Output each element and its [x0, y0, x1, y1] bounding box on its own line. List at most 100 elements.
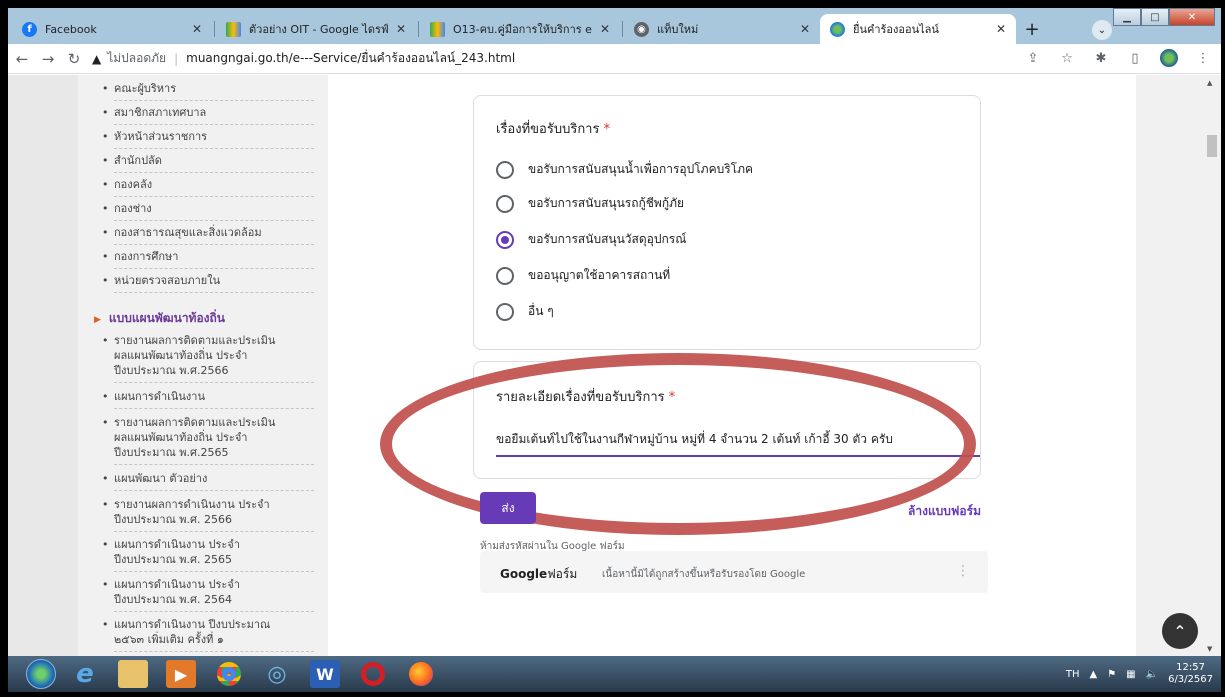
- browser-window: f Facebook ✕ ตัวอย่าง OIT - Google ไดรฟ์…: [8, 8, 1221, 656]
- sidebar-item-line: รายงานผลการติดตามและประเมิน: [114, 416, 276, 429]
- radio-button[interactable]: [496, 194, 514, 213]
- tab-google-drive-oit[interactable]: ตัวอย่าง OIT - Google ไดรฟ์ ✕: [216, 14, 416, 44]
- sidebar-item[interactable]: กองช่าง: [102, 201, 314, 221]
- submit-button[interactable]: ส่ง: [480, 492, 536, 524]
- radio-button[interactable]: [496, 302, 514, 321]
- profile-avatar[interactable]: [1159, 48, 1179, 68]
- tab-search-chevron-icon[interactable]: ⌄: [1092, 20, 1112, 40]
- sidebar-item[interactable]: แผนพัฒนา ตัวอย่าง: [102, 471, 314, 491]
- scrollbar-thumb[interactable]: [1207, 135, 1217, 157]
- sidebar-item[interactable]: กองการศึกษา: [102, 249, 314, 269]
- sidebar-item[interactable]: สมาชิกสภาเทศบาล: [102, 105, 314, 125]
- minimize-button[interactable]: ▁: [1113, 8, 1141, 26]
- close-icon[interactable]: ✕: [600, 22, 610, 36]
- sidebar-item[interactable]: แผนการดำเนินงาน ประจำ ปีงบประมาณ พ.ศ. 25…: [102, 537, 314, 572]
- sidebar-item[interactable]: รายงานผลการติดตามและประเมิน ผลแผนพัฒนาท้…: [102, 415, 314, 465]
- radio-option[interactable]: ขอรับการสนับสนุนน้ำเพื่อการอุปโภคบริโภค: [496, 160, 753, 179]
- sidebar-item[interactable]: แผนการดำเนินงาน ประจำ ปีงบประมาณ พ.ศ. 25…: [102, 577, 314, 612]
- option-label: ขอรับการสนับสนุนน้ำเพื่อการอุปโภคบริโภค: [528, 162, 754, 176]
- sidebar-item-line: แผนพัฒนา ตัวอย่าง: [114, 472, 208, 485]
- word-icon[interactable]: W: [310, 660, 340, 688]
- google-forms-logo[interactable]: Googleฟอร์ม: [500, 565, 577, 584]
- share-icon[interactable]: ⇪: [1023, 48, 1043, 68]
- sidebar-section-title[interactable]: แบบแผนพัฒนาท้องถิ่น: [94, 309, 225, 328]
- sidebar-item[interactable]: รายงานผลการดำเนินงาน ประจำ ปีงบประมาณ พ.…: [102, 497, 314, 532]
- extensions-icon[interactable]: ✱: [1091, 48, 1111, 68]
- maximize-button[interactable]: □: [1141, 8, 1169, 26]
- close-icon[interactable]: ✕: [996, 22, 1006, 36]
- side-panel-icon[interactable]: ▯: [1125, 48, 1145, 68]
- radio-option-selected[interactable]: ขอรับการสนับสนุนวัสดุอุปกรณ์: [496, 230, 686, 249]
- sidebar-item[interactable]: หน่วยตรวจสอบภายใน: [102, 273, 314, 293]
- sidebar-item[interactable]: กองสาธารณสุขและสิ่งแวดล้อม: [102, 225, 314, 245]
- start-button[interactable]: [26, 659, 56, 689]
- address-bar[interactable]: ▲ ไม่ปลอดภัย | muangngai.go.th/e---Servi…: [92, 46, 1092, 72]
- reload-icon[interactable]: ↻: [62, 47, 86, 71]
- close-icon[interactable]: ✕: [396, 22, 406, 36]
- sidebar-item-line: รายงานผลการดำเนินงาน ประจำ: [114, 498, 270, 511]
- browser-swirl-icon[interactable]: ◎: [262, 660, 292, 688]
- sidebar-item[interactable]: หัวหน้าส่วนราชการ: [102, 129, 314, 149]
- clear-form-button[interactable]: ล้างแบบฟอร์ม: [908, 502, 981, 521]
- action-center-flag-icon[interactable]: ⚑: [1107, 669, 1116, 680]
- radio-button[interactable]: [496, 160, 514, 179]
- url-separator: |: [174, 51, 179, 66]
- screen: f Facebook ✕ ตัวอย่าง OIT - Google ไดรฟ์…: [0, 0, 1225, 697]
- opera-icon[interactable]: [358, 660, 388, 688]
- sidebar-item[interactable]: รายงานผลการติดตามและประเมิน ผลแผนพัฒนาท้…: [102, 333, 314, 383]
- radio-button-checked[interactable]: [496, 230, 514, 249]
- option-label: ขอรับการสนับสนุนรถกู้ชีพกู้ภัย: [528, 196, 685, 210]
- radio-option[interactable]: ขออนุญาตใช้อาคารสถานที่: [496, 266, 670, 285]
- volume-icon[interactable]: 🔈: [1146, 669, 1158, 680]
- scrollbar[interactable]: ▲ ▼: [1203, 75, 1221, 656]
- new-tab-button[interactable]: +: [1020, 17, 1044, 41]
- google-drive-icon: [226, 21, 241, 37]
- tab-facebook[interactable]: f Facebook ✕: [12, 14, 212, 44]
- scroll-down-arrow-icon[interactable]: ▼: [1207, 645, 1212, 653]
- radio-option[interactable]: อื่น ๆ: [496, 302, 554, 321]
- network-icon[interactable]: ▦: [1126, 669, 1135, 680]
- sidebar-item[interactable]: สำนักปลัด: [102, 153, 314, 173]
- close-icon[interactable]: ✕: [192, 22, 202, 36]
- google-drive-icon: [430, 21, 445, 37]
- sidebar-item-line: แผนการดำเนินงาน: [114, 390, 205, 403]
- sidebar-item[interactable]: คณะผู้บริหาร: [102, 81, 314, 101]
- scroll-to-top-button[interactable]: ⌃: [1162, 613, 1198, 649]
- sidebar-item[interactable]: แผนการดำเนินงาน: [102, 389, 314, 409]
- system-tray: TH ▲ ⚑ ▦ 🔈 12:57 6/3/2567: [1066, 656, 1213, 692]
- firefox-icon[interactable]: [406, 660, 436, 688]
- right-gutter: [1136, 75, 1203, 656]
- more-options-icon[interactable]: ⋮: [956, 563, 970, 579]
- clock-time: 12:57: [1176, 662, 1205, 673]
- tab-new-tab[interactable]: ◉ แท็บใหม่ ✕: [624, 14, 820, 44]
- tab-online-request[interactable]: ยื่นคำร้องออนไลน์ ✕: [820, 14, 1016, 44]
- sidebar-item-line: แผนการดำเนินงาน ปีงบประมาณ: [114, 618, 271, 631]
- scroll-up-arrow-icon[interactable]: ▲: [1207, 79, 1212, 87]
- site-icon: [830, 21, 845, 37]
- chrome-taskbar-icon[interactable]: [214, 660, 244, 688]
- clock-date: 6/3/2567: [1168, 674, 1213, 685]
- media-player-icon[interactable]: ▶: [166, 660, 196, 688]
- close-window-button[interactable]: ✕: [1169, 8, 1215, 26]
- radio-button[interactable]: [496, 266, 514, 285]
- menu-kebab-icon[interactable]: ⋮: [1193, 48, 1213, 68]
- sidebar-item-line: ปีงบประมาณ พ.ศ.2565: [114, 446, 229, 459]
- back-arrow-icon[interactable]: ←: [10, 47, 34, 71]
- tab-title: O13-คบ.คู่มือการให้บริการ e-servi: [453, 23, 592, 36]
- internet-explorer-icon[interactable]: e: [70, 659, 100, 689]
- clock[interactable]: 12:57 6/3/2567: [1168, 662, 1213, 686]
- chrome-icon: ◉: [634, 21, 649, 37]
- radio-option[interactable]: ขอรับการสนับสนุนรถกู้ชีพกู้ภัย: [496, 194, 684, 213]
- file-explorer-icon[interactable]: [118, 660, 148, 688]
- star-icon[interactable]: ☆: [1057, 48, 1077, 68]
- sidebar-item-line: ๒๕๖๓ เพิ่มเติม ครั้งที่ ๑: [114, 633, 224, 646]
- sidebar-item[interactable]: แผนการดำเนินงาน ปีงบประมาณ ๒๕๖๓ เพิ่มเติ…: [102, 617, 314, 652]
- sidebar-item[interactable]: กองคลัง: [102, 177, 314, 197]
- close-icon[interactable]: ✕: [800, 22, 810, 36]
- tray-expand-icon[interactable]: ▲: [1090, 669, 1098, 680]
- sidebar-item-line: ปีงบประมาณ พ.ศ. 2564: [114, 593, 232, 606]
- insecure-label: ไม่ปลอดภัย: [107, 51, 167, 65]
- language-indicator[interactable]: TH: [1066, 669, 1080, 680]
- tab-google-drive-manual[interactable]: O13-คบ.คู่มือการให้บริการ e-servi ✕: [420, 14, 620, 44]
- forward-arrow-icon[interactable]: →: [36, 47, 60, 71]
